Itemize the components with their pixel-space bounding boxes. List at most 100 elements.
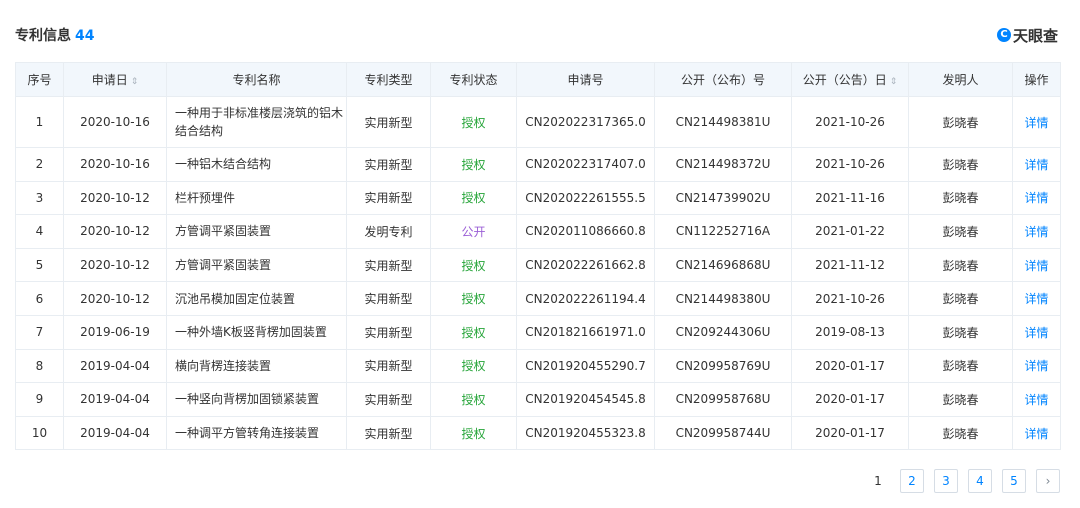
table-row: 5 2020-10-12 方管调平紧固装置 实用新型 授权 CN202022261662.… bbox=[15, 247, 1061, 283]
patent-status: 授权 bbox=[430, 180, 517, 216]
col-header-name: 专利名称 bbox=[166, 62, 347, 97]
detail-link[interactable]: 详情 bbox=[1012, 214, 1061, 249]
row-no: 6 bbox=[15, 281, 64, 316]
row-no: 5 bbox=[15, 247, 64, 283]
application-number: CN202022317407.0 bbox=[516, 147, 655, 182]
publication-number: CN209958768U bbox=[654, 382, 792, 417]
inventor: 彭晓春 bbox=[908, 382, 1013, 417]
application-number: CN201920455290.7 bbox=[516, 348, 655, 384]
row-no: 4 bbox=[15, 214, 64, 249]
inventor: 彭晓春 bbox=[908, 415, 1013, 451]
publication-date: 2020-01-17 bbox=[791, 348, 909, 384]
detail-link[interactable]: 详情 bbox=[1012, 348, 1061, 384]
row-no: 10 bbox=[15, 415, 64, 451]
patent-status: 授权 bbox=[430, 96, 517, 148]
detail-link[interactable]: 详情 bbox=[1012, 382, 1061, 417]
publication-date: 2020-01-17 bbox=[791, 382, 909, 417]
detail-link[interactable]: 详情 bbox=[1012, 247, 1061, 283]
table-row: 1 2020-10-16 一种用于非标准楼层浇筑的铝木结合结构 实用新型 授权 CN202… bbox=[15, 96, 1061, 148]
table-row: 9 2019-04-04 一种竖向背楞加固锁紧装置 实用新型 授权 CN201920454… bbox=[15, 382, 1061, 417]
page-4-button[interactable]: 4 bbox=[968, 469, 992, 493]
sort-icon[interactable]: ⇕ bbox=[131, 77, 139, 87]
application-number: CN202022261194.4 bbox=[516, 281, 655, 316]
publication-number: CN214498380U bbox=[654, 281, 792, 316]
patent-card: 专利信息 44 C 天眼查 序号 申请日 ⇕ 专利名称 专利类型 专利状态 申请号 … bbox=[0, 0, 1080, 508]
pagination: 1 2 3 4 5 › bbox=[856, 469, 1060, 493]
detail-link[interactable]: 详情 bbox=[1012, 147, 1061, 182]
inventor: 彭晓春 bbox=[908, 281, 1013, 316]
page-1-button[interactable]: 1 bbox=[866, 469, 890, 493]
detail-link[interactable]: 详情 bbox=[1012, 96, 1061, 148]
inventor: 彭晓春 bbox=[908, 348, 1013, 384]
application-number: CN202022261555.5 bbox=[516, 180, 655, 216]
patent-status: 公开 bbox=[430, 214, 517, 249]
col-header-apply-date[interactable]: 申请日 ⇕ bbox=[63, 62, 167, 97]
row-no: 9 bbox=[15, 382, 64, 417]
patent-type: 实用新型 bbox=[346, 247, 431, 283]
detail-link[interactable]: 详情 bbox=[1012, 314, 1061, 350]
page-2-button[interactable]: 2 bbox=[900, 469, 924, 493]
patent-status: 授权 bbox=[430, 415, 517, 451]
col-header-action: 操作 bbox=[1012, 62, 1061, 97]
publication-date: 2021-10-26 bbox=[791, 96, 909, 148]
patent-status: 授权 bbox=[430, 281, 517, 316]
patent-name: 方管调平紧固装置 bbox=[166, 214, 347, 249]
patent-count: 44 bbox=[75, 28, 95, 44]
table-row: 6 2020-10-12 沉池吊模加固定位装置 实用新型 授权 CN20202226119… bbox=[15, 281, 1061, 316]
publication-number: CN209958769U bbox=[654, 348, 792, 384]
application-number: CN202011086660.8 bbox=[516, 214, 655, 249]
patent-type: 实用新型 bbox=[346, 314, 431, 350]
patent-name: 一种调平方管转角连接装置 bbox=[166, 415, 347, 451]
publication-date: 2019-08-13 bbox=[791, 314, 909, 350]
application-number: CN202022261662.8 bbox=[516, 247, 655, 283]
patent-name: 方管调平紧固装置 bbox=[166, 247, 347, 283]
detail-link[interactable]: 详情 bbox=[1012, 180, 1061, 216]
apply-date: 2019-06-19 bbox=[63, 314, 167, 350]
page-3-button[interactable]: 3 bbox=[934, 469, 958, 493]
page-5-button[interactable]: 5 bbox=[1002, 469, 1026, 493]
row-no: 7 bbox=[15, 314, 64, 350]
patent-table: 序号 申请日 ⇕ 专利名称 专利类型 专利状态 申请号 公开（公布）号 公开（公告… bbox=[15, 62, 1061, 451]
application-number: CN201920454545.8 bbox=[516, 382, 655, 417]
patent-name: 一种外墙K板竖背楞加固装置 bbox=[166, 314, 347, 350]
brand-logo[interactable]: C 天眼查 bbox=[996, 25, 1058, 46]
tianyancha-logo-icon: C bbox=[996, 28, 1011, 42]
section-title: 专利信息 44 bbox=[15, 25, 94, 45]
row-no: 1 bbox=[15, 96, 64, 148]
patent-type: 实用新型 bbox=[346, 382, 431, 417]
patent-name: 一种竖向背楞加固锁紧装置 bbox=[166, 382, 347, 417]
detail-link[interactable]: 详情 bbox=[1012, 281, 1061, 316]
apply-date: 2019-04-04 bbox=[63, 348, 167, 384]
inventor: 彭晓春 bbox=[908, 214, 1013, 249]
col-header-pub-date[interactable]: 公开（公告）日 ⇕ bbox=[791, 62, 909, 97]
patent-status: 授权 bbox=[430, 382, 517, 417]
row-no: 2 bbox=[15, 147, 64, 182]
publication-number: CN214498381U bbox=[654, 96, 792, 148]
table-row: 8 2019-04-04 横向背楞连接装置 实用新型 授权 CN201920455290.… bbox=[15, 348, 1061, 384]
table-row: 4 2020-10-12 方管调平紧固装置 发明专利 公开 CN202011086660.… bbox=[15, 214, 1061, 249]
publication-number: CN209958744U bbox=[654, 415, 792, 451]
patent-type: 实用新型 bbox=[346, 147, 431, 182]
apply-date: 2019-04-04 bbox=[63, 382, 167, 417]
publication-date: 2021-10-26 bbox=[791, 147, 909, 182]
publication-number: CN214696868U bbox=[654, 247, 792, 283]
patent-name: 栏杆预埋件 bbox=[166, 180, 347, 216]
inventor: 彭晓春 bbox=[908, 147, 1013, 182]
detail-link[interactable]: 详情 bbox=[1012, 415, 1061, 451]
apply-date: 2020-10-12 bbox=[63, 180, 167, 216]
row-no: 3 bbox=[15, 180, 64, 216]
col-header-status: 专利状态 bbox=[430, 62, 517, 97]
col-header-no: 序号 bbox=[15, 62, 64, 97]
col-header-pub-no: 公开（公布）号 bbox=[654, 62, 792, 97]
publication-date: 2021-11-16 bbox=[791, 180, 909, 216]
patent-status: 授权 bbox=[430, 147, 517, 182]
inventor: 彭晓春 bbox=[908, 247, 1013, 283]
brand-text: 天眼查 bbox=[1012, 26, 1058, 45]
patent-name: 沉池吊模加固定位装置 bbox=[166, 281, 347, 316]
inventor: 彭晓春 bbox=[908, 314, 1013, 350]
publication-date: 2021-01-22 bbox=[791, 214, 909, 249]
next-page-icon[interactable]: › bbox=[1036, 469, 1060, 493]
patent-type: 发明专利 bbox=[346, 214, 431, 249]
patent-name: 一种用于非标准楼层浇筑的铝木结合结构 bbox=[166, 96, 347, 148]
sort-icon[interactable]: ⇕ bbox=[890, 77, 898, 87]
